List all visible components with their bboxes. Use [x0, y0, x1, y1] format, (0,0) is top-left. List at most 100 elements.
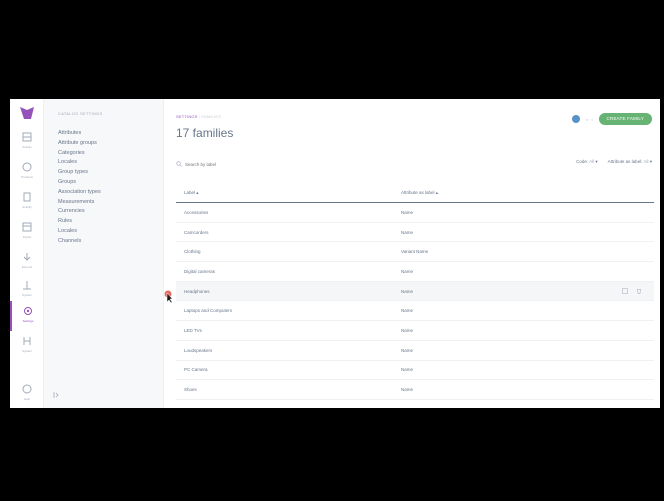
cell-attribute: Name	[401, 387, 414, 393]
user-icon[interactable]	[572, 115, 581, 123]
search-input[interactable]	[185, 161, 385, 167]
rail-label: System	[21, 293, 32, 297]
cell-label: Shoes	[184, 387, 197, 393]
rail-item-system-2[interactable]: System	[10, 331, 44, 361]
table-header: Label ▴ Attribute as label ▴	[176, 183, 654, 203]
rail-item-import[interactable]: Import	[10, 217, 44, 247]
cell-label: Clothing	[184, 249, 201, 255]
families-table: Label ▴ Attribute as label ▴ Accessories…	[176, 183, 654, 400]
table-row[interactable]: Shoes Name	[176, 380, 654, 400]
settings-subnav: Catalog settings Attributes Attribute gr…	[44, 99, 164, 408]
breadcrumb-separator: /	[198, 114, 201, 119]
cell-label: Loudspeakers	[184, 347, 213, 353]
subnav-item-locales[interactable]: Locales	[58, 158, 101, 168]
rail-item-settings[interactable]: Settings	[10, 301, 44, 331]
header-actions: v · i CREATE FAMILY	[572, 112, 652, 126]
search-icon	[176, 161, 182, 167]
cell-attribute: Name	[401, 308, 414, 314]
rail-label: Import	[22, 235, 32, 239]
app-window: Activity Products Activity Import Export…	[10, 99, 660, 408]
column-header-attribute[interactable]: Attribute as label ▴	[401, 190, 601, 196]
rail-item-help[interactable]: Help	[10, 379, 44, 408]
subnav-title: Catalog settings	[58, 111, 103, 116]
breadcrumb: SETTINGS / FAMILIES	[176, 114, 221, 119]
subnav-item-groups[interactable]: Groups	[58, 178, 101, 188]
cell-attribute: Name	[401, 288, 414, 294]
row-actions	[622, 288, 642, 294]
subnav-item-attributes[interactable]: Attributes	[58, 129, 101, 139]
create-family-button[interactable]: CREATE FAMILY	[598, 113, 652, 125]
cell-label: Accessories	[184, 209, 209, 215]
page-title: 17 families	[176, 126, 234, 140]
rail-item-exports[interactable]: Exports	[10, 247, 44, 277]
code-filter-label: Code	[576, 159, 587, 164]
table-row[interactable]: Accessories Name	[176, 203, 654, 223]
subnav-item-channels[interactable]: Channels	[58, 237, 101, 247]
rail-label: Activity	[22, 145, 32, 149]
table-row[interactable]: PC Camera Name	[176, 361, 654, 381]
code-filter[interactable]: Code: All ▾	[576, 159, 598, 165]
mouse-pointer-icon	[164, 290, 173, 304]
search-bar	[176, 159, 426, 169]
attribute-filter-label: Attribute as label	[607, 159, 642, 164]
cell-attribute: Name	[401, 209, 414, 215]
products-icon	[22, 162, 32, 172]
subnav-list: Attributes Attribute groups Categories L…	[58, 129, 101, 247]
import-icon	[22, 222, 32, 232]
cell-attribute: Name	[401, 268, 414, 274]
table-row[interactable]: Clothing Variant Name	[176, 242, 654, 263]
table-row[interactable]: Digital cameras Name	[176, 262, 654, 282]
subnav-item-categories[interactable]: Categories	[58, 149, 101, 159]
activity-icon	[23, 192, 31, 202]
rail-label: Help	[23, 397, 31, 401]
cell-attribute: Name	[401, 347, 414, 353]
cell-label: Camcorders	[184, 229, 209, 235]
table-row[interactable]: Loudspeakers Name	[176, 341, 654, 361]
table-row[interactable]: Laptops and Computers Name	[176, 301, 654, 322]
cell-label: Digital cameras	[184, 268, 216, 274]
subnav-item-group-types[interactable]: Group types	[58, 168, 101, 178]
column-header-label[interactable]: Label ▴	[176, 190, 401, 196]
system-icon	[23, 281, 31, 290]
main-content: SETTINGS / FAMILIES 17 families v · i CR…	[164, 99, 660, 408]
delete-icon[interactable]	[636, 288, 642, 294]
rail-label: Exports	[21, 265, 33, 269]
subnav-item-locales-2[interactable]: Locales	[58, 227, 101, 237]
attribute-filter[interactable]: Attribute as label: All ▾	[608, 159, 652, 165]
subnav-item-attribute-groups[interactable]: Attribute groups	[58, 139, 101, 149]
rail-item-products[interactable]: Products	[10, 157, 44, 187]
subnav-item-rules[interactable]: Rules	[58, 217, 101, 227]
cell-label: Laptops and Computers	[184, 308, 233, 314]
code-filter-value: All	[589, 159, 595, 164]
filters: Code: All ▾ Attribute as label: All ▾	[576, 159, 652, 165]
dashboard-icon	[22, 132, 32, 142]
rail-item-activity[interactable]: Activity	[10, 187, 44, 217]
rail-label: Settings	[22, 319, 34, 323]
table-row[interactable]: LED TVs Name	[176, 321, 654, 341]
table-row[interactable]: Headphones Name	[176, 281, 654, 302]
table-row[interactable]: Camcorders Name	[176, 223, 654, 243]
subnav-item-currencies[interactable]: Currencies	[58, 207, 101, 217]
system-icon-2	[23, 337, 31, 345]
collapse-icon[interactable]	[52, 391, 60, 399]
cell-attribute: Name	[401, 229, 414, 235]
rail-label: System	[21, 349, 32, 353]
subnav-item-measurements[interactable]: Measurements	[58, 198, 101, 208]
rail-label: Activity	[22, 205, 32, 209]
rail-item-dashboard[interactable]: Activity	[10, 127, 44, 157]
cell-label: PC Camera	[184, 367, 208, 373]
attribute-filter-value: All	[643, 159, 649, 164]
breadcrumb-settings[interactable]: SETTINGS	[176, 114, 198, 119]
edit-icon[interactable]	[622, 288, 628, 294]
cell-attribute: Variant Name	[401, 249, 429, 255]
help-icon	[22, 384, 32, 394]
cell-attribute: Name	[401, 367, 414, 373]
logo-icon[interactable]	[18, 105, 36, 121]
subnav-item-association-types[interactable]: Association types	[58, 188, 101, 198]
rail-label: Products	[21, 175, 33, 179]
main-navigation: Activity Products Activity Import Export…	[10, 99, 44, 408]
cell-label: Headphones	[184, 288, 210, 294]
export-icon	[23, 253, 31, 261]
breadcrumb-families: FAMILIES	[201, 114, 222, 119]
cell-label: LED TVs	[184, 327, 202, 333]
